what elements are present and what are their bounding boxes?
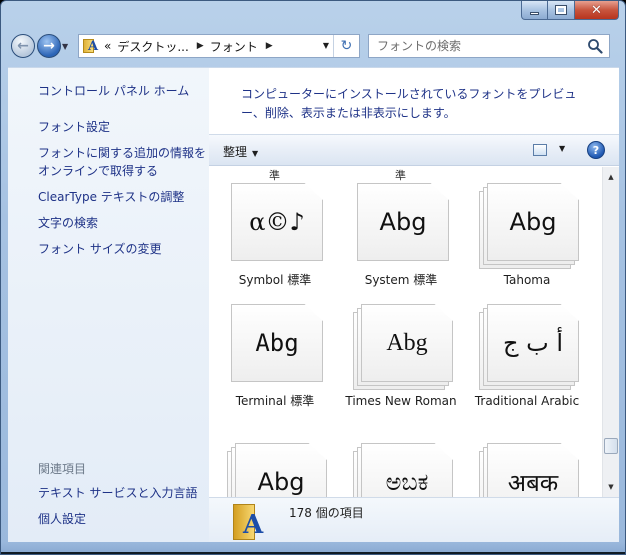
font-preview-icon: Abg <box>227 443 327 497</box>
text-services-link[interactable]: テキスト サービスと入力言語 <box>38 484 208 502</box>
forward-arrow-icon: → <box>43 38 55 54</box>
details-pane: A 178 個の項目 <box>209 497 619 543</box>
font-sample-text: Abg <box>255 329 299 357</box>
font-preview-icon: Abg <box>353 304 453 390</box>
change-view-icon[interactable] <box>533 144 547 156</box>
minimize-icon <box>530 11 539 15</box>
online-font-info-link[interactable]: フォントに関する追加の情報をオンラインで取得する <box>38 144 208 180</box>
font-item[interactable]: أ ب ج Traditional Arabic <box>467 304 587 410</box>
font-sample-text: अबक <box>507 468 559 497</box>
fonts-folder-icon: A <box>82 38 98 54</box>
recent-pages-dropdown[interactable]: ▼ <box>62 42 74 51</box>
maximize-button[interactable] <box>548 1 575 20</box>
font-name-label: Times New Roman <box>345 394 457 408</box>
font-item[interactable]: Abg Tahoma <box>467 183 587 289</box>
font-preview-icon: أ ب ج <box>479 304 579 390</box>
partial-item-label: 準 <box>395 169 406 182</box>
font-preview-icon: Abg <box>353 183 449 265</box>
explorer-window: ✕ ← → ▼ A « デスクトッ... ▶ フォント ▶ ▼ ↻ コントロール… <box>0 0 626 555</box>
font-sample-text: Abg <box>379 208 427 236</box>
font-item[interactable]: Abg Terminal 標準 <box>215 304 335 410</box>
font-sample-text: أ ب ج <box>502 329 563 357</box>
font-item[interactable]: Abg <box>215 443 335 497</box>
forward-button[interactable]: → <box>37 34 61 58</box>
font-preview-icon: α©♪ <box>227 183 323 265</box>
address-bar[interactable]: A « デスクトッ... ▶ フォント ▶ ▼ ↻ <box>78 34 360 58</box>
search-input[interactable] <box>377 39 587 53</box>
font-name-label: System 標準 <box>364 273 438 287</box>
command-bar: 整理 ▼ ▼ ? <box>209 134 619 166</box>
change-font-size-link[interactable]: フォント サイズの変更 <box>38 240 208 258</box>
font-preview-icon: ಅಬಕ <box>353 443 453 497</box>
find-character-link[interactable]: 文字の検索 <box>38 214 208 232</box>
search-icon[interactable] <box>587 38 603 54</box>
back-arrow-icon: ← <box>17 38 29 54</box>
control-panel-home-link[interactable]: コントロール パネル ホーム <box>38 82 189 99</box>
font-name-label: Tahoma <box>503 273 551 287</box>
font-sample-text: α©♪ <box>249 208 305 236</box>
font-preview-icon: Abg <box>479 183 579 269</box>
help-button[interactable]: ? <box>587 141 605 159</box>
scroll-up-icon[interactable]: ▲ <box>603 169 619 185</box>
fonts-folder-large-icon: A <box>231 502 267 542</box>
font-item[interactable]: Abg System 標準 <box>341 183 461 289</box>
font-sample-text: Abg <box>509 208 557 236</box>
organize-label: 整理 <box>223 145 248 159</box>
refresh-icon: ↻ <box>340 38 353 54</box>
font-sample-text: Abg <box>257 468 305 496</box>
content-pane: コンピューターにインストールされているフォントをプレビュー、削除、表示または非表… <box>209 67 619 543</box>
font-name-label: Traditional Arabic <box>474 394 580 408</box>
breadcrumb-desktop[interactable]: デスクトッ... <box>117 38 188 55</box>
scrollbar-thumb[interactable] <box>604 438 618 454</box>
breadcrumb-separator-icon[interactable]: ▶ <box>197 41 204 51</box>
page-description: コンピューターにインストールされているフォントをプレビュー、削除、表示または非表… <box>241 87 577 120</box>
address-dropdown-icon[interactable]: ▼ <box>323 41 329 50</box>
font-item[interactable]: ಅಬಕ <box>341 443 461 497</box>
minimize-button[interactable] <box>521 1 548 20</box>
task-links: フォント設定 フォントに関する追加の情報をオンラインで取得する ClearTyp… <box>38 118 208 266</box>
view-options-dropdown[interactable]: ▼ <box>559 144 565 153</box>
partial-item-label: 準 <box>269 169 280 182</box>
font-name-label: Terminal 標準 <box>235 394 315 408</box>
navigation-bar: ← → ▼ A « デスクトッ... ▶ フォント ▶ ▼ ↻ <box>9 32 619 60</box>
font-preview-icon: अबक <box>479 443 579 497</box>
close-icon: ✕ <box>591 2 602 18</box>
font-grid[interactable]: 準 準 α©♪ Symbol 標準 Abg System 標準 Abg Tahoma Abg… <box>209 167 619 497</box>
vertical-scrollbar[interactable]: ▲ ▼ <box>602 167 619 497</box>
back-button[interactable]: ← <box>11 34 35 58</box>
font-item[interactable]: Abg Times New Roman <box>341 304 461 410</box>
font-item[interactable]: α©♪ Symbol 標準 <box>215 183 335 289</box>
breadcrumb-overflow[interactable]: « <box>104 39 111 53</box>
font-item[interactable]: अबक <box>467 443 587 497</box>
font-sample-text: ಅಬಕ <box>385 468 429 496</box>
caption-buttons: ✕ <box>521 1 619 21</box>
see-also-links: テキスト サービスと入力言語 個人設定 <box>38 484 208 536</box>
help-icon: ? <box>592 143 600 157</box>
cleartype-adjust-link[interactable]: ClearType テキストの調整 <box>38 188 208 206</box>
font-settings-link[interactable]: フォント設定 <box>38 118 208 136</box>
task-pane: コントロール パネル ホーム フォント設定 フォントに関する追加の情報をオンライ… <box>8 67 209 542</box>
maximize-icon <box>555 5 567 15</box>
font-preview-icon: Abg <box>227 304 323 386</box>
breadcrumb-separator-icon[interactable]: ▶ <box>266 41 273 51</box>
breadcrumb-fonts[interactable]: フォント <box>210 38 258 55</box>
item-count: 178 個の項目 <box>289 506 364 520</box>
scroll-down-icon[interactable]: ▼ <box>603 479 619 495</box>
see-also-heading: 関連項目 <box>38 462 87 476</box>
refresh-button[interactable]: ↻ <box>333 35 359 57</box>
organize-button[interactable]: 整理 ▼ <box>223 143 258 160</box>
chevron-down-icon: ▼ <box>252 149 259 158</box>
close-button[interactable]: ✕ <box>575 1 619 20</box>
font-name-label: Symbol 標準 <box>238 273 312 287</box>
font-sample-text: Abg <box>386 329 428 356</box>
personalization-link[interactable]: 個人設定 <box>38 510 208 528</box>
search-box[interactable] <box>368 34 610 58</box>
